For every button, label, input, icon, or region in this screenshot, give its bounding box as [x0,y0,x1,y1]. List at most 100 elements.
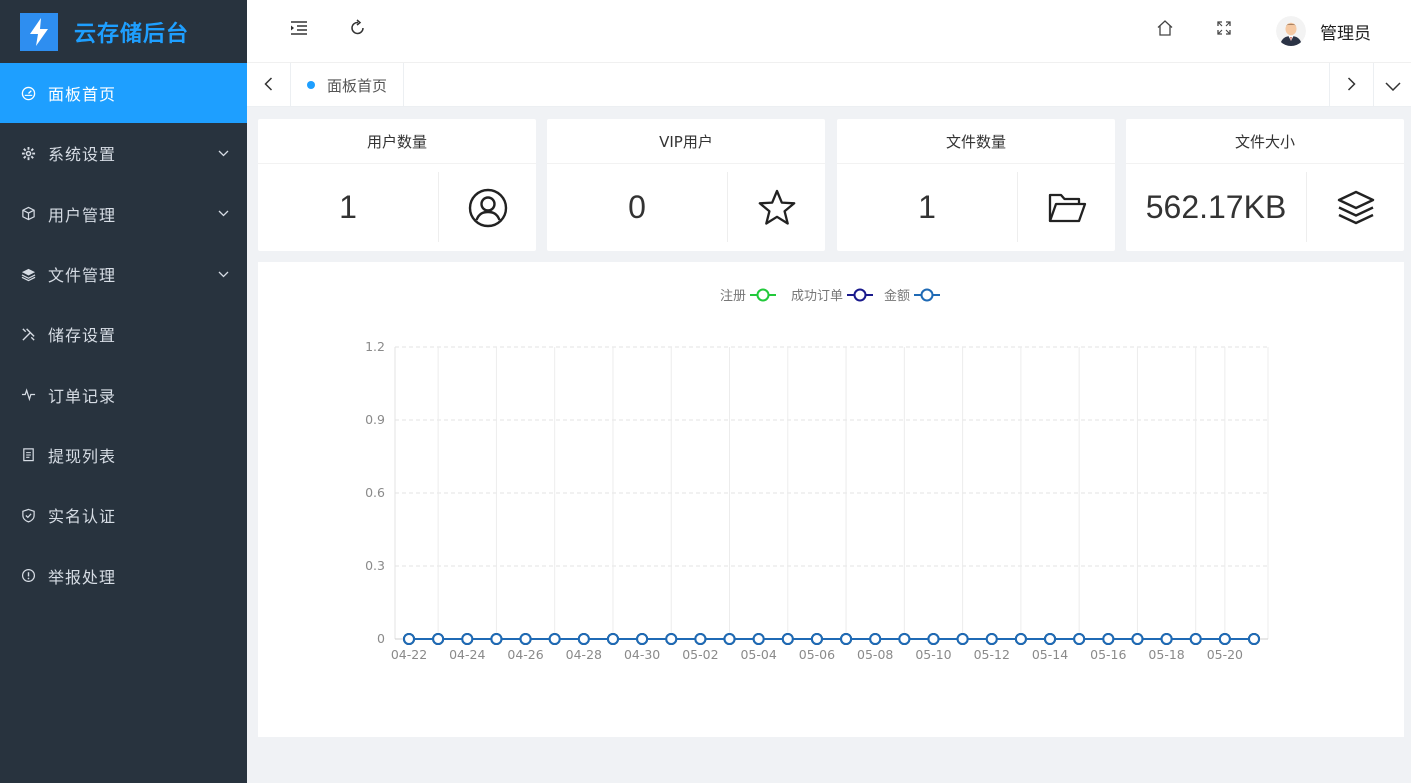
sidebar-item-withdraw-list[interactable]: 提现列表 [0,425,247,485]
stat-card-users: 用户数量 1 [258,119,536,251]
sidebar-item-storage-settings[interactable]: 储存设置 [0,304,247,364]
sidebar-item-file-management[interactable]: 文件管理 [0,244,247,304]
y-tick-label: 0.9 [365,412,385,427]
sidebar-item-dashboard[interactable]: 面板首页 [0,63,247,124]
sidebar-item-label: 面板首页 [48,85,117,105]
collapse-menu-button[interactable] [287,18,311,42]
data-point [577,633,590,645]
x-tick-label: 05-06 [799,647,835,662]
data-point [1102,633,1115,645]
brand-title: 云存储后台 [74,21,190,47]
data-point [432,633,445,645]
data-point [927,633,940,645]
avatar [1276,16,1306,46]
clipboard-icon [20,447,36,463]
data-point [723,633,736,645]
gear-icon [20,145,36,161]
sidebar-item-report-handling[interactable]: 举报处理 [0,545,247,605]
user-circle-icon [439,164,536,251]
data-point [1189,633,1202,645]
layers-icon [1307,164,1404,251]
stat-card-vip-users: VIP用户 0 [547,119,825,251]
sidebar-item-order-records[interactable]: 订单记录 [0,364,247,424]
x-tick-label: 04-22 [391,647,427,662]
trend-chart-panel: 0 0.3 0.6 0.9 1.2 04-22 04-24 04-26 04-28 04-30 05… [258,262,1404,737]
data-point [956,633,969,645]
legend-label: 金额 [884,288,910,304]
y-tick-label: 0.3 [365,558,385,573]
data-point [810,633,823,645]
x-tick-label: 05-02 [682,647,718,662]
tab-label: 面板首页 [327,76,388,95]
tabs-scroll-left-button[interactable] [247,63,291,107]
indent-icon [290,20,308,40]
dashboard-icon [20,85,36,101]
data-point [1131,633,1144,645]
sidebar-item-label: 系统设置 [48,145,117,165]
stat-card-value: 1 [339,189,357,225]
top-header: 管理员 [247,0,1411,63]
y-tick-label: 1.2 [365,339,385,354]
chevron-down-icon [217,147,229,159]
refresh-button[interactable] [346,18,370,42]
refresh-icon [349,19,367,41]
fullscreen-icon [1216,20,1232,40]
user-menu[interactable]: 管理员 [1276,14,1371,48]
data-point [781,633,794,645]
brand[interactable]: 云存储后台 [0,0,247,63]
tabs-bar: 面板首页 [247,63,1411,107]
trend-chart: 0 0.3 0.6 0.9 1.2 04-22 04-24 04-26 04-28 04-30 05… [365,288,1269,662]
data-point [636,633,649,645]
y-tick-label: 0.6 [365,485,385,500]
legend-label: 成功订单 [791,289,843,304]
data-point [694,633,707,645]
x-tick-label: 05-12 [974,647,1010,662]
tools-icon [20,326,36,342]
stat-card-title: 文件数量 [837,119,1115,164]
x-tick-label: 05-18 [1148,647,1184,662]
data-point [869,633,882,645]
x-tick-label: 05-08 [857,647,893,662]
home-icon [1156,19,1174,41]
stat-card-file-count: 文件数量 1 [837,119,1115,251]
tabs-more-button[interactable] [1373,63,1411,107]
data-point [490,633,503,645]
stat-card-value: 562.17KB [1145,189,1287,225]
sidebar-item-label: 实名认证 [48,507,117,527]
data-point [1160,633,1173,645]
chevron-down-icon [1384,76,1401,95]
x-tick-label: 04-28 [566,647,602,662]
chevron-down-icon [217,208,229,220]
x-tick-label: 05-16 [1090,647,1126,662]
fullscreen-button[interactable] [1212,18,1236,42]
data-point [461,633,474,645]
legend-item: 金额 [884,288,940,304]
pulse-icon [20,387,36,403]
legend-marker [756,288,770,302]
sidebar-item-user-management[interactable]: 用户管理 [0,184,247,244]
data-point [665,633,678,645]
legend-label: 注册 [720,289,746,304]
folder-open-icon [1018,164,1115,251]
user-name: 管理员 [1320,23,1371,44]
legend-item: 注册 [720,288,776,304]
tab-dashboard[interactable]: 面板首页 [291,63,405,107]
x-tick-label: 04-26 [507,647,543,662]
data-point [548,633,561,645]
info-circle-icon [20,568,36,584]
stat-card-value: 0 [628,189,646,225]
sidebar-item-label: 储存设置 [48,326,117,346]
sidebar-item-real-name-auth[interactable]: 实名认证 [0,485,247,545]
stat-card-title: 用户数量 [258,119,536,164]
home-button[interactable] [1153,18,1177,42]
sidebar-item-label: 用户管理 [48,205,117,225]
data-point [1014,633,1027,645]
sidebar-item-label: 提现列表 [48,446,117,466]
sidebar-nav: 面板首页 系统设置 用户管理 文件管理 储存设置 订单记录 提现列表 实名认证 … [0,63,247,606]
x-tick-label: 05-14 [1032,647,1068,662]
layers-icon [20,266,36,282]
sidebar-item-system-settings[interactable]: 系统设置 [0,123,247,183]
stat-card-file-size: 文件大小 562.17KB [1126,119,1404,251]
tabs-scroll-right-button[interactable] [1329,63,1373,107]
data-point [1248,633,1260,645]
